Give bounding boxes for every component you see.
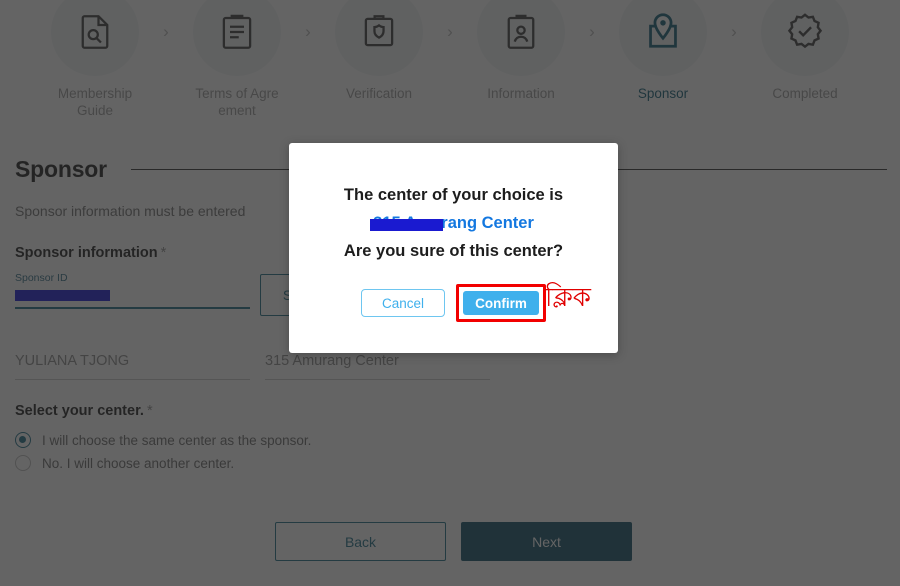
confirm-button[interactable]: Confirm <box>463 291 539 315</box>
signup-sponsor-page: Membership Guide › Terms of Agre ement › <box>0 0 900 586</box>
dialog-line-3: Are you sure of this center? <box>343 242 564 260</box>
confirm-center-dialog: The center of your choice is 315 Amurang… <box>289 143 618 353</box>
dialog-actions: Cancel Confirm <box>361 284 546 322</box>
cancel-button[interactable]: Cancel <box>361 289 445 317</box>
dialog-line-1: The center of your choice is <box>343 186 564 204</box>
click-annotation: ক্লিক <box>545 283 591 313</box>
confirm-button-highlight: Confirm <box>456 284 546 322</box>
dialog-center-name: 315 Amurang Center <box>370 214 534 233</box>
center-name-redaction <box>370 219 444 231</box>
